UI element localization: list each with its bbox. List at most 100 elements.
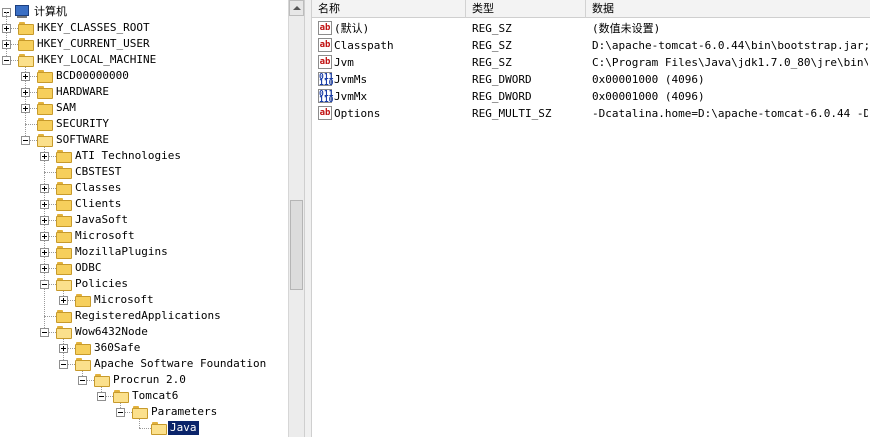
expand-toggle-icon[interactable] <box>40 216 49 225</box>
tree-node-java[interactable]: Java <box>0 420 288 436</box>
tree-node-hkey-local-machine[interactable]: HKEY_LOCAL_MACHINE <box>0 52 288 68</box>
expand-toggle-icon[interactable] <box>40 200 49 209</box>
expand-toggle-icon[interactable] <box>21 72 30 81</box>
value-row[interactable]: 011 110 JvmMs REG_DWORD 0x00001000 (4096) <box>312 71 870 88</box>
column-header-name[interactable]: 名称 <box>312 0 466 18</box>
expand-toggle-icon[interactable] <box>59 344 68 353</box>
tree-node-label: HKEY_CURRENT_USER <box>37 37 150 50</box>
tree-node-parameters[interactable]: Parameters <box>0 404 288 420</box>
folder-icon <box>56 246 72 259</box>
folder-icon <box>75 294 91 307</box>
value-row[interactable]: ab Jvm REG_SZ C:\Program Files\Java\jdk1.7.… <box>312 54 870 71</box>
value-data: 0x00001000 (4096) <box>592 73 705 86</box>
tree-node-tomcat6[interactable]: Tomcat6 <box>0 388 288 404</box>
expand-toggle-icon[interactable] <box>40 232 49 241</box>
tree-node-javasoft[interactable]: JavaSoft <box>0 212 288 228</box>
expand-toggle-icon[interactable] <box>40 264 49 273</box>
collapse-toggle-icon[interactable] <box>21 136 30 145</box>
dword-value-icon: 011 110 <box>318 72 334 87</box>
tree-node-hkey-current-user[interactable]: HKEY_CURRENT_USER <box>0 36 288 52</box>
collapse-toggle-icon[interactable] <box>59 360 68 369</box>
tree-vertical-scrollbar[interactable] <box>288 0 304 437</box>
tree-node-registeredapplications[interactable]: RegisteredApplications <box>0 308 288 324</box>
collapse-toggle-icon[interactable] <box>40 280 49 289</box>
value-row[interactable]: 011 110 JvmMx REG_DWORD 0x00001000 (4096) <box>312 88 870 105</box>
tree-node-label: Tomcat6 <box>132 389 179 402</box>
value-name: Classpath <box>334 39 394 52</box>
column-header-data[interactable]: 数据 <box>586 0 870 18</box>
tree-node-security[interactable]: SECURITY <box>0 116 288 132</box>
value-row[interactable]: ab (默认) REG_SZ (数值未设置) <box>312 20 870 37</box>
collapse-toggle-icon[interactable] <box>78 376 87 385</box>
value-row[interactable]: ab Classpath REG_SZ D:\apache-tomcat-6.0.44… <box>312 37 870 54</box>
expand-toggle-icon[interactable] <box>40 152 49 161</box>
tree-node-procrun-2-0[interactable]: Procrun 2.0 <box>0 372 288 388</box>
value-name: Jvm <box>334 56 354 69</box>
value-type: REG_DWORD <box>472 90 532 103</box>
tree-node-hkey-classes-root[interactable]: HKEY_CLASSES_ROOT <box>0 20 288 36</box>
tree-node-policies[interactable]: Policies <box>0 276 288 292</box>
folder-icon <box>37 102 53 115</box>
tree-node-label: SECURITY <box>56 117 109 130</box>
pane-splitter[interactable] <box>304 0 312 437</box>
key-tree-pane[interactable]: 计算机 HKEY_CLASSES_ROOT HKEY_CURRENT_USER HK… <box>0 0 304 437</box>
string-value-icon: ab <box>318 55 332 69</box>
collapse-toggle-icon[interactable] <box>97 392 106 401</box>
tree-node-mozillaplugins[interactable]: MozillaPlugins <box>0 244 288 260</box>
tree-node-software[interactable]: SOFTWARE <box>0 132 288 148</box>
folder-icon <box>56 310 72 323</box>
tree-node-label: Microsoft <box>94 293 154 306</box>
dword-value-icon: 011 110 <box>318 89 334 104</box>
registry-editor: 计算机 HKEY_CLASSES_ROOT HKEY_CURRENT_USER HK… <box>0 0 870 437</box>
tree-node-odbc[interactable]: ODBC <box>0 260 288 276</box>
tree-node-microsoft[interactable]: Microsoft <box>0 292 288 308</box>
value-data: 0x00001000 (4096) <box>592 90 705 103</box>
tree-node-microsoft[interactable]: Microsoft <box>0 228 288 244</box>
folder-icon <box>18 54 34 67</box>
tree-node-label: SAM <box>56 101 76 114</box>
tree-node-cbstest[interactable]: CBSTEST <box>0 164 288 180</box>
tree-node-classes[interactable]: Classes <box>0 180 288 196</box>
folder-icon <box>56 230 72 243</box>
tree-node-sam[interactable]: SAM <box>0 100 288 116</box>
tree-root-label: 计算机 <box>34 5 67 18</box>
tree-node-label: Procrun 2.0 <box>113 373 186 386</box>
collapse-toggle-icon[interactable] <box>116 408 125 417</box>
folder-icon <box>56 198 72 211</box>
value-row[interactable]: ab Options REG_MULTI_SZ -Dcatalina.home=D:\… <box>312 105 870 122</box>
tree-node-clients[interactable]: Clients <box>0 196 288 212</box>
tree-node-label: CBSTEST <box>75 165 122 178</box>
string-value-icon: ab <box>318 21 332 35</box>
folder-icon <box>56 326 72 339</box>
collapse-toggle-icon[interactable] <box>40 328 49 337</box>
tree-node-360safe[interactable]: 360Safe <box>0 340 288 356</box>
tree-node-hardware[interactable]: HARDWARE <box>0 84 288 100</box>
expand-toggle-icon[interactable] <box>21 88 30 97</box>
expand-toggle-icon[interactable] <box>40 248 49 257</box>
tree-node-label: Java <box>168 421 199 435</box>
value-list-pane[interactable]: 名称 类型 数据 ab (默认) REG_SZ (数值未设置) ab Classpath R… <box>312 0 870 437</box>
collapse-toggle-icon[interactable] <box>2 56 11 65</box>
folder-icon <box>37 86 53 99</box>
tree-node-label: BCD00000000 <box>56 69 129 82</box>
value-type: REG_SZ <box>472 22 512 35</box>
scroll-up-arrow-icon[interactable] <box>289 0 304 16</box>
tree-node-wow6432node[interactable]: Wow6432Node <box>0 324 288 340</box>
value-data: C:\Program Files\Java\jdk1.7.0_80\jre\bi… <box>592 56 868 69</box>
value-type: REG_MULTI_SZ <box>472 107 552 120</box>
column-header-type[interactable]: 类型 <box>466 0 586 18</box>
scroll-thumb[interactable] <box>290 200 303 290</box>
expand-toggle-icon[interactable] <box>21 104 30 113</box>
expand-toggle-icon[interactable] <box>59 296 68 305</box>
tree-node-label: SOFTWARE <box>56 133 109 146</box>
tree-node-bcd00000000[interactable]: BCD00000000 <box>0 68 288 84</box>
expand-toggle-icon[interactable] <box>2 24 11 33</box>
folder-icon <box>37 118 53 131</box>
tree-node-label: Classes <box>75 181 122 194</box>
expand-toggle-icon[interactable] <box>2 40 11 49</box>
value-type: REG_SZ <box>472 56 512 69</box>
tree-root-computer[interactable]: 计算机 <box>0 4 288 20</box>
tree-node-ati-technologies[interactable]: ATI Technologies <box>0 148 288 164</box>
tree-node-apache-software-foundation[interactable]: Apache Software Foundation <box>0 356 288 372</box>
expand-toggle-icon[interactable] <box>40 184 49 193</box>
